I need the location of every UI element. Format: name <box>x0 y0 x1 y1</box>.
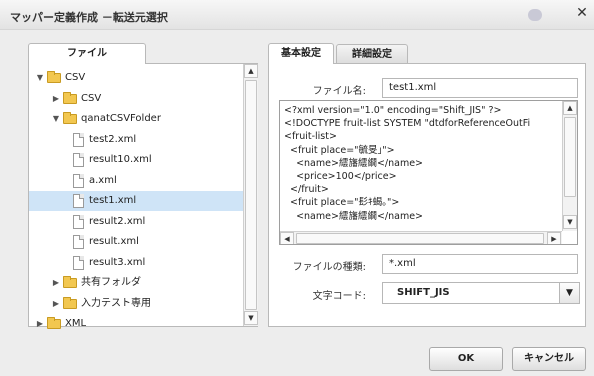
scroll-thumb-horizontal[interactable] <box>296 233 544 244</box>
collapse-arrow-icon[interactable]: ▶ <box>51 89 61 109</box>
title-bar: マッパー定義作成 －転送元選択 ✕ <box>0 0 594 30</box>
tree-item-label: XML <box>65 318 87 329</box>
filename-label: ファイル名: <box>312 86 366 97</box>
expand-arrow-icon[interactable]: ▼ <box>51 109 61 129</box>
tree-item-label: result10.xml <box>89 154 152 165</box>
cancel-button[interactable]: キャンセル <box>512 347 586 371</box>
tree-item-label: qanatCSVFolder <box>81 113 161 124</box>
tree-item-label: CSV <box>65 72 86 83</box>
file-icon <box>73 194 84 208</box>
app-logo-icon <box>528 9 542 21</box>
scroll-thumb[interactable] <box>245 80 257 310</box>
xml-line: </fruit> <box>284 184 329 196</box>
collapse-arrow-icon[interactable]: ▶ <box>51 294 61 314</box>
folder-icon <box>63 296 77 309</box>
filetype-field[interactable]: *.xml <box>382 254 578 274</box>
close-icon[interactable]: ✕ <box>574 5 590 21</box>
scroll-down-icon[interactable]: ▼ <box>563 215 577 229</box>
tree-folder-item[interactable]: ▼ CSV <box>29 68 243 88</box>
tree-item-label: result2.xml <box>89 215 146 227</box>
xml-line: <?xml version="1.0" encoding="Shift_JIS"… <box>284 105 502 116</box>
tree-item-label: result.xml <box>89 236 139 247</box>
scroll-up-icon[interactable]: ▲ <box>563 101 577 115</box>
tree-folder-item[interactable]: ▶ 入力テスト専用 <box>29 294 243 314</box>
xml-line: <name>繧旛繧繝</name> <box>284 210 424 222</box>
xml-line: <!DOCTYPE fruit-list SYSTEM "dtdforRefer… <box>284 118 531 130</box>
xml-preview[interactable]: <?xml version="1.0" encoding="Shift_JIS"… <box>279 100 578 245</box>
tree-folder-item[interactable]: ▶ 共有フォルダ <box>29 273 243 293</box>
dialog-title: マッパー定義作成 －転送元選択 <box>10 11 168 24</box>
tree-item-label: 入力テスト専用 <box>81 297 151 309</box>
tree-file-item[interactable]: result.xml <box>29 232 243 252</box>
file-icon <box>73 235 84 249</box>
scroll-left-icon[interactable]: ◀ <box>280 232 294 244</box>
tree-file-item[interactable]: a.xml <box>29 171 243 191</box>
tree-file-item[interactable]: result2.xml <box>29 212 243 232</box>
file-icon <box>73 153 84 167</box>
collapse-arrow-icon[interactable]: ▶ <box>51 273 61 293</box>
xml-line: <fruit place="毓旻｣"> <box>284 144 395 156</box>
tree-item-label: result3.xml <box>89 256 146 268</box>
ok-button[interactable]: OK <box>429 347 503 371</box>
file-icon <box>73 173 84 188</box>
xml-preview-text: <?xml version="1.0" encoding="Shift_JIS"… <box>284 104 530 223</box>
tree-folder-item[interactable]: ▶ XML <box>29 314 243 334</box>
folder-icon <box>47 71 61 83</box>
chevron-down-icon[interactable]: ▼ <box>559 283 579 303</box>
encoding-label: 文字コード: <box>312 291 366 302</box>
file-icon <box>73 132 84 147</box>
xml-vertical-scrollbar[interactable]: ▲ ▼ <box>562 101 577 231</box>
tab-detail-settings[interactable]: 詳細設定 <box>336 44 408 64</box>
xml-line: <name>繧旛繧繝</name> <box>284 157 424 169</box>
scroll-thumb[interactable] <box>564 117 576 197</box>
tree-item-label: CSV <box>81 92 102 104</box>
filetype-label: ファイルの種類: <box>292 262 366 273</box>
tab-basic-settings[interactable]: 基本設定 <box>268 43 334 64</box>
tree-item-label: 共有フォルダ <box>81 277 141 288</box>
tree-item-label: a.xml <box>89 174 117 186</box>
tree-folder-item[interactable]: ▶ CSV <box>29 89 243 109</box>
file-tree[interactable]: ▼ CSV ▶ CSV ▼ qanatCSVFolder test2.xml result10… <box>28 63 258 329</box>
expand-arrow-icon[interactable]: ▼ <box>35 68 45 88</box>
tree-folder-item[interactable]: ▼ qanatCSVFolder <box>29 109 243 129</box>
scroll-right-icon[interactable]: ▶ <box>547 232 561 244</box>
scroll-down-icon[interactable]: ▼ <box>244 311 258 325</box>
mapper-source-dialog: マッパー定義作成 －転送元選択 ✕ ファイル ▼ CSV ▶ CSV ▼ qanatCSV… <box>0 0 594 376</box>
folder-icon <box>63 112 77 124</box>
xml-line: <fruit place="髟ｷ蝎｡"> <box>284 197 400 209</box>
encoding-select[interactable]: SHIFT_JIS ▼ <box>382 282 580 304</box>
tree-vertical-scrollbar[interactable]: ▲ ▼ <box>243 64 258 326</box>
xml-horizontal-scrollbar[interactable]: ◀ ▶ <box>280 231 562 244</box>
collapse-arrow-icon[interactable]: ▶ <box>35 314 45 334</box>
tree-item-label: test2.xml <box>89 133 137 145</box>
tab-file[interactable]: ファイル <box>28 43 146 64</box>
tree-file-item[interactable]: test1.xml <box>29 191 243 211</box>
file-icon <box>73 214 84 229</box>
tree-file-item[interactable]: result10.xml <box>29 150 243 170</box>
xml-line: <fruit-list> <box>284 131 337 143</box>
encoding-value: SHIFT_JIS <box>397 287 450 298</box>
folder-icon <box>47 317 61 329</box>
folder-icon <box>63 91 77 104</box>
filename-field[interactable]: test1.xml <box>382 78 578 98</box>
xml-line: <price>100</price> <box>284 171 397 183</box>
scroll-up-icon[interactable]: ▲ <box>244 64 258 78</box>
tree-item-label: test1.xml <box>89 195 137 206</box>
tree-file-item[interactable]: test2.xml <box>29 130 243 150</box>
tree-file-item[interactable]: result3.xml <box>29 253 243 273</box>
file-icon <box>73 255 84 270</box>
folder-icon <box>63 276 77 288</box>
